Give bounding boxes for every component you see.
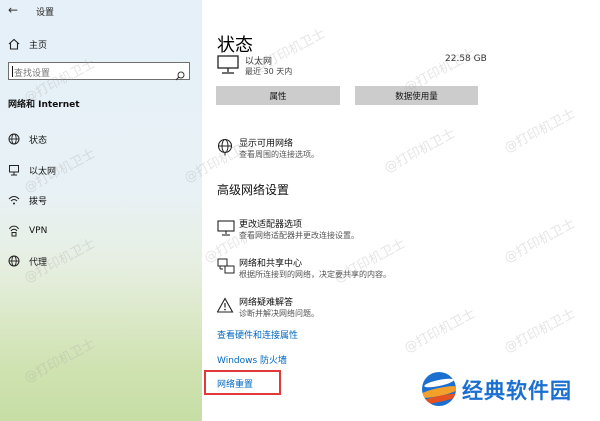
home-icon [8,38,20,50]
proxy-globe-icon [8,255,20,267]
advanced-item-title: 网络和共享中心 [239,259,303,269]
advanced-item-desc: 诊断并解决网络问题。 [239,309,319,318]
vpn-icon [8,225,20,237]
title-bar: ← 设置 [0,0,202,22]
advanced-item-title: 网络疑难解答 [239,298,294,308]
advanced-item-desc: 根据所连接到的网络，决定要共享的内容。 [239,270,391,279]
data-usage-button[interactable]: 数据使用量 [355,86,478,105]
network-share-icon [217,258,235,276]
sidebar-item-label: 代理 [29,257,48,268]
sidebar-item-ethernet[interactable]: 以太网 [0,157,202,183]
sidebar-item-label: 状态 [29,135,48,146]
search-placeholder: 查找设置 [14,69,51,79]
sidebar-home-label: 主页 [29,40,48,51]
windows-firewall-link[interactable]: Windows 防火墙 [217,353,287,366]
window-title: 设置 [36,8,55,18]
advanced-item-title: 更改适配器选项 [239,220,303,230]
sidebar: ← 设置 主页 查找设置 网络和 Internet 状态 以太网 拨号 VPN … [0,0,202,421]
ethernet-monitor-icon [217,55,239,79]
sidebar-section-title: 网络和 Internet [8,100,80,110]
logo-circle-icon [422,372,456,406]
search-input[interactable]: 查找设置 [8,62,190,81]
sidebar-item-vpn[interactable]: VPN [0,218,202,244]
globe-network-icon [217,138,235,156]
main-panel: 状态 以太网 最近 30 天内 22.58 GB 属性 数据使用量 显示可用网络… [202,0,600,421]
monitor-icon [217,219,235,237]
sidebar-item-label: VPN [29,226,48,236]
sidebar-item-label: 拨号 [29,196,48,207]
ethernet-period: 最近 30 天内 [245,67,293,76]
properties-button[interactable]: 属性 [216,86,340,105]
ethernet-icon [8,164,20,176]
advanced-settings-heading: 高级网络设置 [217,183,290,197]
text-caret [12,66,13,77]
sidebar-item-status[interactable]: 状态 [0,126,202,152]
globe-icon [8,133,20,145]
ethernet-usage: 22.58 GB [445,54,487,64]
sidebar-item-home[interactable]: 主页 [0,31,202,57]
highlight-box [204,370,281,395]
show-networks-desc: 查看周围的连接选项。 [239,150,319,159]
show-networks-title: 显示可用网络 [239,139,294,149]
sidebar-item-proxy[interactable]: 代理 [0,248,202,274]
sidebar-item-label: 以太网 [29,166,57,177]
advanced-item-desc: 查看网络适配器并更改连接设置。 [239,231,359,240]
hardware-properties-link[interactable]: 查看硬件和连接属性 [217,328,298,341]
back-arrow-icon[interactable]: ← [8,3,18,17]
warning-icon [216,297,235,315]
sidebar-item-dialup[interactable]: 拨号 [0,187,202,213]
dialup-icon [8,194,20,206]
search-icon[interactable] [175,66,185,81]
logo-text: 经典软件园 [462,379,572,403]
